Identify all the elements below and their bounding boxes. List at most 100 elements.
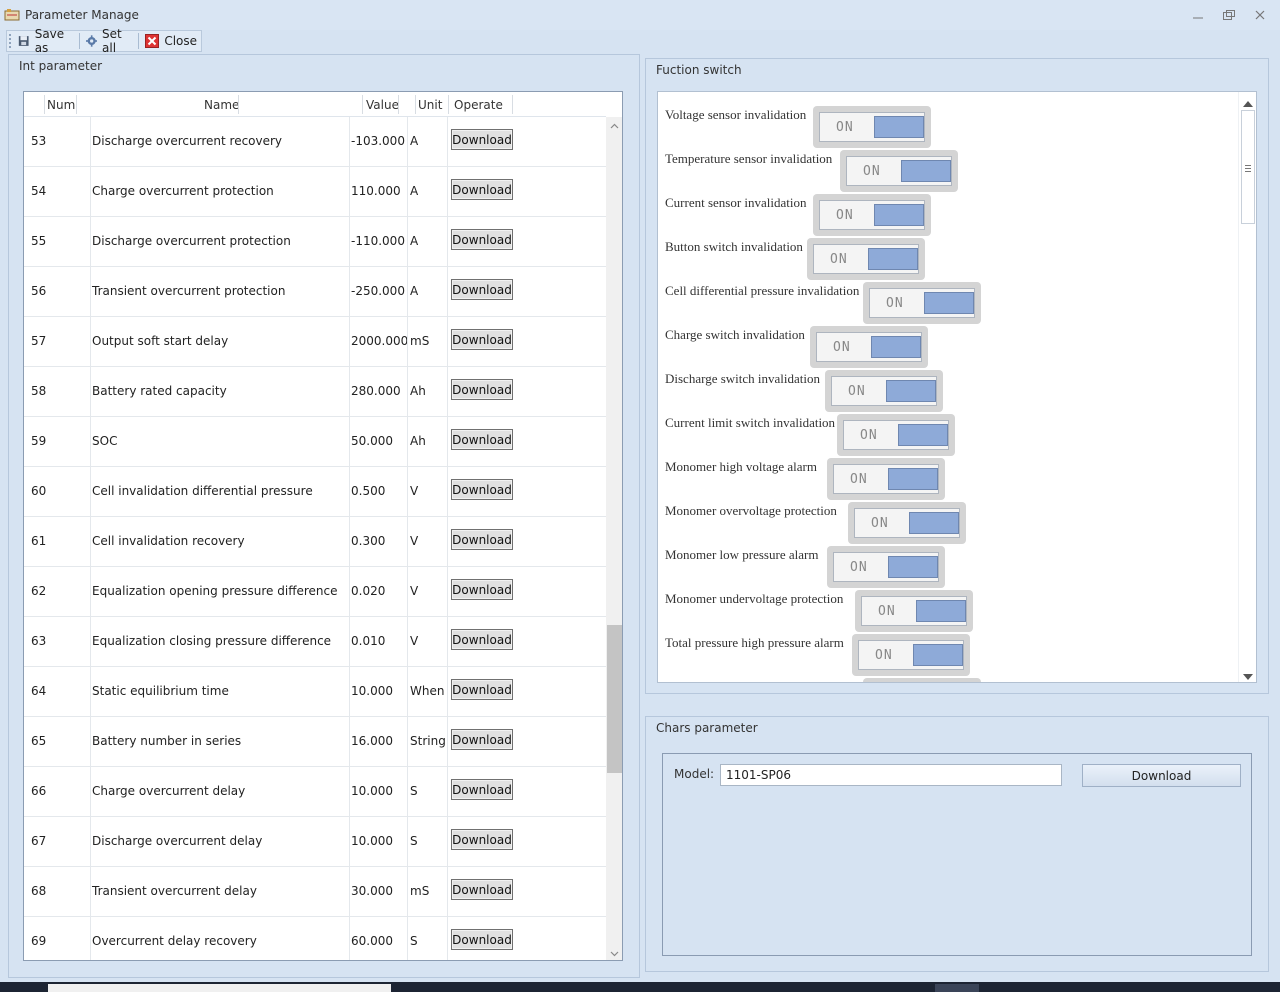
row-num: 64: [31, 684, 47, 698]
download-button[interactable]: Download: [451, 779, 513, 800]
row-value-cell[interactable]: 60.000: [349, 917, 407, 960]
switch-toggle[interactable]: ON: [810, 326, 928, 368]
toggle-knob: [898, 424, 948, 446]
switch-item: Current limit switch invalidation ON: [665, 408, 1225, 456]
model-input[interactable]: 1101-SP06: [720, 764, 1062, 786]
close-window-button[interactable]: [1248, 6, 1272, 24]
download-button[interactable]: Download: [451, 429, 513, 450]
scroll-thumb[interactable]: [607, 625, 622, 773]
row-unit-cell: V: [407, 517, 447, 566]
header-operate[interactable]: Operate: [454, 98, 503, 112]
row-unit: Ah: [410, 384, 426, 398]
switch-toggle[interactable]: ON: [852, 634, 970, 676]
switch-toggle[interactable]: ON: [863, 282, 981, 324]
taskbar-item[interactable]: [935, 984, 979, 992]
download-button[interactable]: Download: [451, 629, 513, 650]
switch-scrollbar[interactable]: [1238, 92, 1256, 682]
row-name: SOC: [92, 434, 118, 448]
switch-item: Discharge switch invalidation ON: [665, 364, 1225, 412]
download-button[interactable]: Download: [451, 279, 513, 300]
switch-toggle[interactable]: ON: [863, 678, 981, 682]
model-download-button[interactable]: Download: [1082, 764, 1241, 787]
switch-toggle[interactable]: ON: [827, 546, 945, 588]
download-button[interactable]: Download: [451, 829, 513, 850]
row-value-cell[interactable]: 280.000: [349, 367, 407, 416]
switch-toggle[interactable]: ON: [825, 370, 943, 412]
download-button[interactable]: Download: [451, 329, 513, 350]
row-unit-cell: V: [407, 617, 447, 666]
row-num: 56: [31, 284, 47, 298]
row-value-cell[interactable]: 0.500: [349, 467, 407, 516]
toggle-track: ON: [819, 112, 925, 142]
download-button[interactable]: Download: [451, 379, 513, 400]
switch-label: Monomer undervoltage protection: [665, 591, 844, 606]
switch-toggle[interactable]: ON: [855, 590, 973, 632]
row-value: 60.000: [351, 934, 393, 948]
row-value-cell[interactable]: -110.000: [349, 217, 407, 266]
header-unit[interactable]: Unit: [418, 98, 442, 112]
row-unit-cell: A: [407, 167, 447, 216]
download-button[interactable]: Download: [451, 679, 513, 700]
row-value-cell[interactable]: 0.010: [349, 617, 407, 666]
table-row: 64 Static equilibrium time 10.000 When Downl…: [24, 667, 606, 717]
row-value-cell[interactable]: 10.000: [349, 817, 407, 866]
minimize-button[interactable]: [1186, 6, 1210, 24]
table-row: 62 Equalization opening pressure differen…: [24, 567, 606, 617]
switch-toggle[interactable]: ON: [807, 238, 925, 280]
download-button[interactable]: Download: [451, 729, 513, 750]
row-value-cell[interactable]: 16.000: [349, 717, 407, 766]
set-all-label: Set all: [102, 27, 122, 55]
toggle-state-label: ON: [863, 164, 881, 179]
scroll-thumb[interactable]: [1241, 110, 1255, 224]
download-button[interactable]: Download: [451, 529, 513, 550]
taskbar-search[interactable]: [48, 984, 391, 992]
row-value-cell[interactable]: 0.020: [349, 567, 407, 616]
scroll-up-arrow[interactable]: [1243, 96, 1253, 110]
row-value-cell[interactable]: 0.300: [349, 517, 407, 566]
row-value-cell[interactable]: 2000.000: [349, 317, 408, 366]
switch-toggle[interactable]: ON: [848, 502, 966, 544]
download-button[interactable]: Download: [451, 179, 513, 200]
row-name-cell: Charge overcurrent protection: [90, 167, 274, 216]
switch-toggle[interactable]: ON: [827, 458, 945, 500]
save-as-button[interactable]: Save as: [14, 27, 77, 55]
row-value-cell[interactable]: 10.000: [349, 767, 407, 816]
row-value-cell[interactable]: 50.000: [349, 417, 407, 466]
switch-toggle[interactable]: ON: [813, 106, 931, 148]
restore-button[interactable]: [1217, 6, 1241, 24]
download-button[interactable]: Download: [451, 229, 513, 250]
scroll-down-arrow[interactable]: [1243, 670, 1253, 682]
gear-icon: [85, 35, 98, 47]
download-button[interactable]: Download: [451, 129, 513, 150]
row-value-cell[interactable]: 30.000: [349, 867, 407, 916]
row-name: Overcurrent delay recovery: [92, 934, 257, 948]
download-button[interactable]: Download: [451, 879, 513, 900]
window-title: Parameter Manage: [25, 8, 139, 22]
scroll-down-arrow[interactable]: [606, 945, 622, 960]
header-num[interactable]: Num: [47, 98, 75, 112]
close-button[interactable]: Close: [141, 31, 201, 51]
set-all-button[interactable]: Set all: [82, 27, 137, 55]
toggle-knob: [874, 204, 924, 226]
row-operate-cell: Download: [447, 617, 517, 666]
header-name[interactable]: Name: [204, 98, 239, 112]
row-value-cell[interactable]: -103.000: [349, 117, 407, 166]
toggle-state-label: ON: [836, 208, 854, 223]
table-row: 69 Overcurrent delay recovery 60.000 S Downl…: [24, 917, 606, 960]
download-button[interactable]: Download: [451, 929, 513, 950]
switch-toggle[interactable]: ON: [837, 414, 955, 456]
toggle-track: ON: [831, 376, 937, 406]
switch-toggle[interactable]: ON: [813, 194, 931, 236]
download-button[interactable]: Download: [451, 479, 513, 500]
table-scrollbar[interactable]: [606, 117, 622, 960]
scroll-up-arrow[interactable]: [606, 117, 622, 134]
download-button[interactable]: Download: [451, 579, 513, 600]
row-value-cell[interactable]: -250.000: [349, 267, 407, 316]
switch-toggle[interactable]: ON: [840, 150, 958, 192]
row-value-cell[interactable]: 110.000: [349, 167, 407, 216]
row-value: 0.500: [351, 484, 386, 498]
row-unit: S: [410, 784, 418, 798]
header-value[interactable]: Value: [366, 98, 399, 112]
row-value-cell[interactable]: 10.000: [349, 667, 407, 716]
restore-icon: [1223, 10, 1235, 20]
